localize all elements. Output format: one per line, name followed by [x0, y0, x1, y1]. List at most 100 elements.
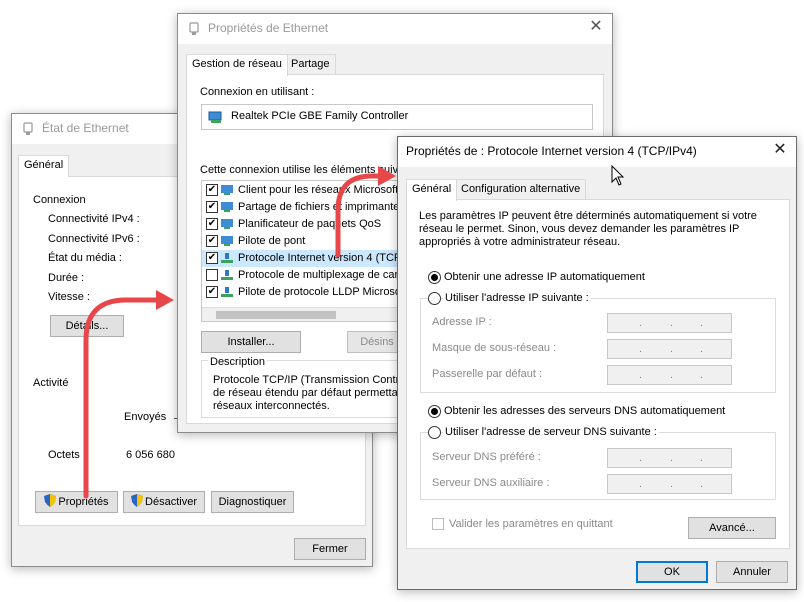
window-title: État de Ethernet [42, 121, 129, 135]
tab-sharing[interactable]: Partage [285, 54, 336, 74]
checkbox[interactable]: ✔ [206, 218, 218, 230]
mouse-cursor-icon [611, 164, 625, 190]
close-button[interactable]: Fermer [294, 538, 366, 560]
alternate-dns-field[interactable]: ... [607, 474, 732, 494]
tab-general[interactable]: Général [406, 179, 458, 201]
disable-button[interactable]: Désactiver [123, 491, 205, 513]
preferred-dns-field[interactable]: ... [607, 448, 732, 468]
close-icon[interactable]: ✕ [772, 142, 788, 158]
checkbox[interactable]: ✔ [206, 184, 218, 196]
auto-ip-label[interactable]: Obtenir une adresse IP automatiquement [444, 271, 645, 283]
ip-separator: . [670, 369, 674, 381]
media-state-label: État du média : [48, 252, 122, 264]
preferred-dns-label: Serveur DNS préféré : [432, 451, 541, 463]
list-item[interactable]: ✔ Pilote de pont [202, 233, 400, 250]
tab-label: Général [412, 183, 452, 195]
shield-icon [131, 494, 144, 507]
manual-ip-label[interactable]: Utiliser l'adresse IP suivante : [443, 292, 591, 304]
network-component-icon [220, 235, 234, 247]
manual-dns-radio[interactable] [428, 426, 441, 439]
ip-separator: . [639, 317, 643, 329]
ipv4-properties-window: Propriétés de : Protocole Internet versi… [397, 136, 797, 590]
button-label: Désactiver [145, 496, 197, 508]
ip-separator: . [700, 369, 704, 381]
protocol-icon [220, 269, 234, 281]
alternate-dns-label: Serveur DNS auxiliaire : [432, 477, 550, 489]
manual-ip-radio[interactable] [428, 292, 441, 305]
tab-label: Configuration alternative [461, 183, 581, 195]
list-item-label: Protocole de multiplexage de cart [238, 269, 401, 281]
adapter-icon [208, 111, 224, 127]
advanced-button[interactable]: Avancé... [688, 517, 776, 539]
ethernet-props-titlebar: Propriétés de Ethernet ✕ [178, 14, 612, 44]
description-heading: Description [208, 356, 268, 368]
checkbox[interactable]: ✔ [206, 252, 218, 264]
list-item-label: Partage de fichiers et imprimantes [238, 201, 401, 213]
adapter-box: Realtek PCIe GBE Family Controller [201, 104, 593, 130]
ipv4-titlebar: Propriétés de : Protocole Internet versi… [398, 137, 796, 167]
tab-general[interactable]: Général [18, 155, 70, 177]
list-item[interactable]: ✔ Pilote de protocole LLDP Microso [202, 284, 401, 301]
speed-label: Vitesse : [48, 291, 90, 303]
subnet-label: Masque de sous-réseau : [432, 342, 557, 354]
properties-button[interactable]: Propriétés [35, 491, 118, 513]
checkbox[interactable]: ✔ [206, 201, 218, 213]
list-item-label: Pilote de protocole LLDP Microso [238, 286, 401, 298]
diagnose-button[interactable]: Diagnostiquer [211, 491, 294, 513]
button-label: Détails... [65, 320, 109, 332]
tab-network[interactable]: Gestion de réseau [186, 54, 288, 76]
checkbox[interactable] [206, 269, 218, 281]
list-item-label: Protocole Internet version 4 (TCP [238, 252, 401, 264]
list-item[interactable]: ✔ Partage de fichiers et imprimantes [202, 199, 401, 216]
gateway-label: Passerelle par défaut : [432, 368, 543, 380]
ip-separator: . [700, 343, 704, 355]
ip-separator: . [700, 452, 704, 464]
gateway-field[interactable]: ... [607, 365, 732, 385]
horizontal-scrollbar[interactable] [202, 307, 400, 321]
ip-separator: . [670, 343, 674, 355]
ok-button[interactable]: OK [636, 561, 708, 583]
subnet-mask-field[interactable]: ... [607, 339, 732, 359]
tab-label: Gestion de réseau [192, 58, 282, 70]
validate-label: Valider les paramètres en quittant [449, 518, 613, 530]
network-component-icon [220, 184, 234, 196]
checkbox[interactable]: ✔ [206, 286, 218, 298]
tab-label: Partage [291, 58, 330, 70]
cancel-button[interactable]: Annuler [716, 561, 788, 583]
auto-ip-radio[interactable] [428, 271, 441, 284]
manual-dns-label[interactable]: Utiliser l'adresse de serveur DNS suivan… [443, 426, 659, 438]
list-item[interactable]: Protocole de multiplexage de cart [202, 267, 401, 284]
button-label: Annuler [733, 566, 771, 578]
install-button[interactable]: Installer... [201, 331, 301, 353]
items-list[interactable]: ✔ Client pour les réseaux Microsoft ✔ Pa… [201, 180, 401, 322]
protocol-icon [220, 252, 234, 264]
connect-using-label: Connexion en utilisant : [200, 86, 315, 98]
adapter-name: Realtek PCIe GBE Family Controller [231, 110, 409, 122]
ip-address-label: Adresse IP : [432, 316, 492, 328]
button-label: Diagnostiquer [218, 496, 287, 508]
checkbox[interactable]: ✔ [206, 235, 218, 247]
button-label: Propriétés [58, 496, 109, 508]
list-item[interactable]: ✔ Client pour les réseaux Microsoft [202, 182, 400, 199]
validate-checkbox[interactable] [432, 518, 444, 530]
tab-label: Général [24, 159, 64, 171]
auto-dns-label[interactable]: Obtenir les adresses des serveurs DNS au… [444, 405, 725, 417]
network-icon [187, 22, 201, 36]
intro-line-2: réseau le permet. Sinon, vous devez dema… [419, 223, 740, 235]
tab-alternate-config[interactable]: Configuration alternative [455, 179, 587, 199]
ip-address-field[interactable]: ... [607, 313, 732, 333]
list-item-label: Pilote de pont [238, 235, 306, 247]
button-label: Fermer [312, 543, 348, 555]
auto-dns-radio[interactable] [428, 405, 441, 418]
ipv4-label: Connectivité IPv4 : [48, 213, 140, 225]
network-icon [21, 122, 35, 136]
list-item-selected[interactable]: ✔ Protocole Internet version 4 (TCP [202, 250, 401, 267]
ip-separator: . [670, 478, 674, 490]
close-icon[interactable]: ✕ [588, 19, 604, 35]
scrollbar-thumb[interactable] [216, 311, 336, 319]
ipv4-panel: Les paramètres IP peuvent être déterminé… [406, 199, 790, 549]
list-item[interactable]: ✔ Planificateur de paquets QoS [202, 216, 400, 233]
ip-separator: . [670, 317, 674, 329]
button-label: OK [664, 566, 680, 578]
details-button[interactable]: Détails... [50, 315, 124, 337]
